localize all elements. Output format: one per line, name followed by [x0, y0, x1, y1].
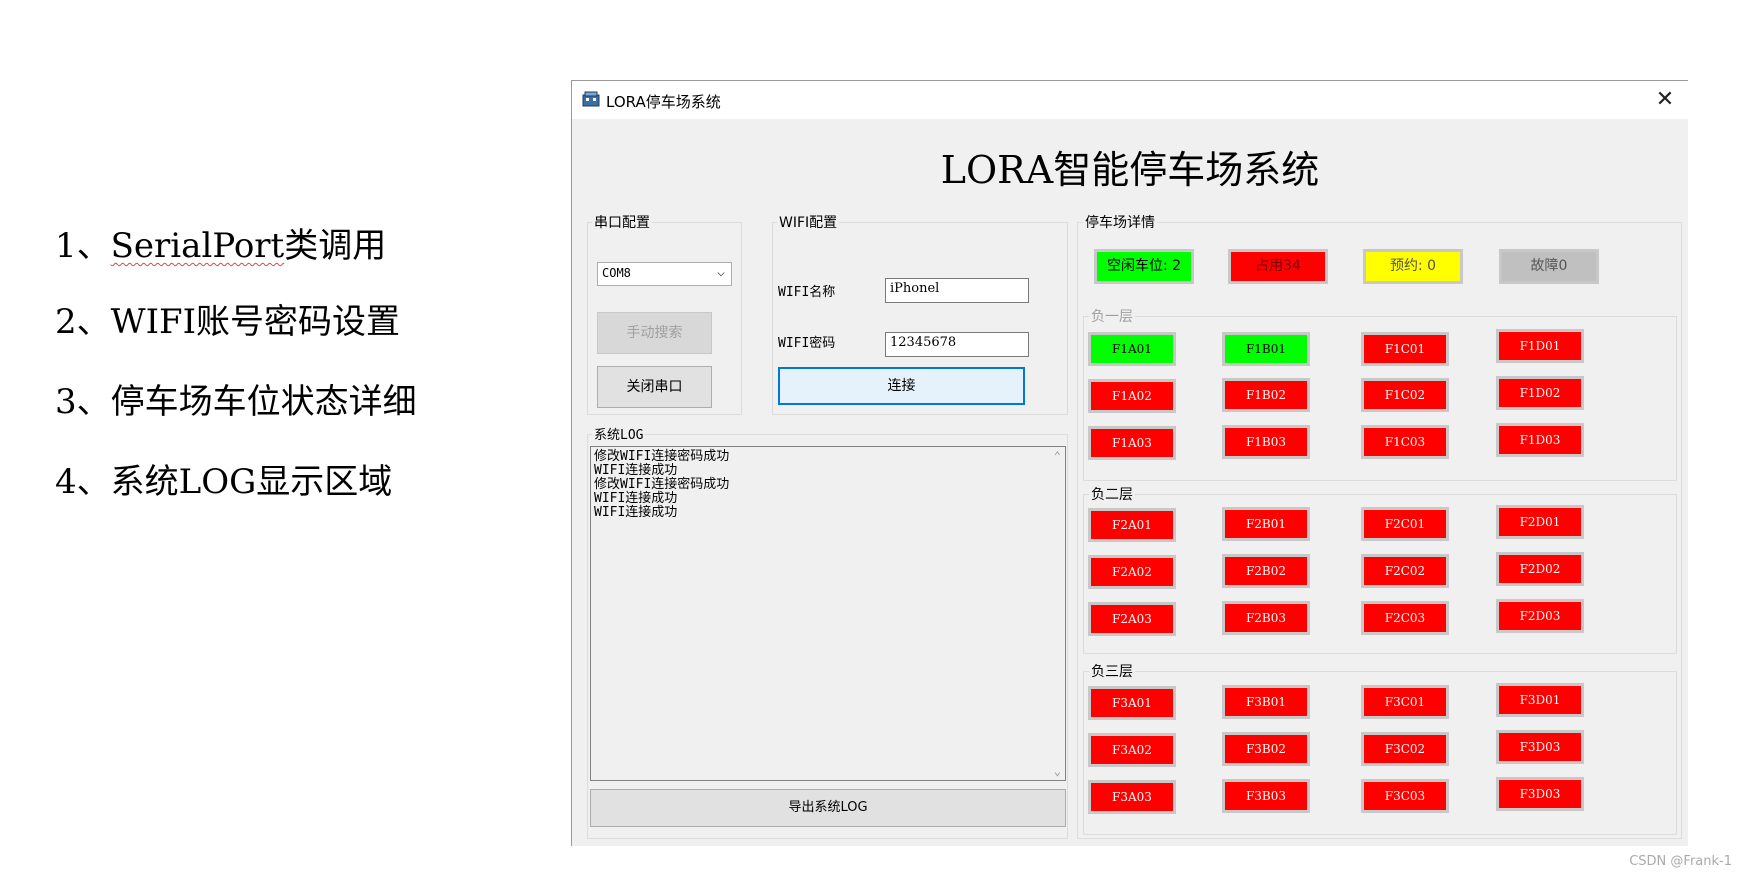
parking-slot[interactable]: F1C02 [1361, 378, 1449, 412]
parking-slot[interactable]: F1B03 [1222, 425, 1310, 459]
fault-stat: 故障0 [1499, 249, 1599, 284]
manual-search-button[interactable]: 手动搜索 [597, 312, 712, 354]
title-bar[interactable]: LORA停车场系统 ✕ [572, 81, 1688, 119]
com-port-select[interactable]: COM8 ⌵ [597, 262, 732, 286]
note-4: 4、系统LOG显示区域 [55, 462, 393, 502]
system-log-area[interactable]: 修改WIFI连接密码成功 WIFI连接成功 修改WIFI连接密码成功 WIFI连… [590, 446, 1066, 781]
parking-slot[interactable]: F2C03 [1361, 601, 1449, 635]
serial-config-label: 串口配置 [592, 212, 652, 232]
parking-slot[interactable]: F1A03 [1088, 426, 1176, 460]
wifi-config-label: WIFI配置 [777, 212, 840, 232]
page-title: LORA智能停车场系统 [940, 148, 1320, 192]
parking-slot[interactable]: F3A03 [1088, 780, 1176, 814]
parking-slot[interactable]: F1B01 [1222, 332, 1310, 366]
parking-slot[interactable]: F1C03 [1361, 425, 1449, 459]
free-spaces-stat: 空闲车位: 2 [1094, 249, 1194, 284]
wifi-name-input[interactable]: iPhonel [885, 278, 1029, 303]
wifi-password-input[interactable]: 12345678 [885, 332, 1029, 357]
system-log-label: 系统LOG [592, 424, 646, 443]
wifi-name-label: WIFI名称 [778, 285, 836, 300]
parking-slot[interactable]: F2D03 [1496, 599, 1584, 633]
parking-slot[interactable]: F2A03 [1088, 602, 1176, 636]
floor-b1-label: 负一层 [1089, 306, 1135, 326]
log-line: 修改WIFI连接密码成功 [594, 449, 730, 464]
parking-slot[interactable]: F2A02 [1088, 555, 1176, 589]
log-line: WIFI连接成功 [594, 505, 678, 520]
parking-slot[interactable]: F2B02 [1222, 554, 1310, 588]
connect-button[interactable]: 连接 [778, 367, 1025, 405]
parking-slot[interactable]: F3B01 [1222, 685, 1310, 719]
parking-slot[interactable]: F1D01 [1496, 329, 1584, 363]
parking-slot[interactable]: F3A02 [1088, 733, 1176, 767]
chevron-down-icon: ⌵ [717, 265, 725, 280]
watermark: CSDN @Frank-1 [1629, 854, 1732, 869]
note-3: 3、停车场车位状态详细 [55, 382, 417, 422]
parking-slot[interactable]: F2A01 [1088, 508, 1176, 542]
log-line: WIFI连接成功 [594, 491, 678, 506]
parking-slot[interactable]: F2C01 [1361, 507, 1449, 541]
app-window: LORA停车场系统 ✕ LORA智能停车场系统 串口配置 COM8 ⌵ 手动搜索… [571, 80, 1688, 846]
close-icon[interactable]: ✕ [1650, 85, 1680, 115]
parking-slot[interactable]: F3C02 [1361, 732, 1449, 766]
wifi-password-label: WIFI密码 [778, 336, 836, 351]
floor-b3-label: 负三层 [1089, 661, 1135, 681]
log-line: 修改WIFI连接密码成功 [594, 477, 730, 492]
parking-slot[interactable]: F2B01 [1222, 507, 1310, 541]
reserved-stat: 预约: 0 [1363, 249, 1463, 284]
scroll-down-icon[interactable]: ⌄ [1054, 764, 1061, 778]
parking-slot[interactable]: F1A02 [1088, 379, 1176, 413]
parking-slot[interactable]: F3D03 [1496, 777, 1584, 811]
parking-slot[interactable]: F1D02 [1496, 376, 1584, 410]
occupied-stat: 占用34 [1228, 249, 1328, 284]
parking-slot[interactable]: F2B03 [1222, 601, 1310, 635]
parking-slot[interactable]: F3C03 [1361, 779, 1449, 813]
note-2: 2、WIFI账号密码设置 [55, 302, 401, 342]
parking-slot[interactable]: F3D03 [1496, 730, 1584, 764]
parking-details-label: 停车场详情 [1083, 212, 1157, 232]
parking-slot[interactable]: F1A01 [1088, 332, 1176, 366]
parking-slot[interactable]: F2D02 [1496, 552, 1584, 586]
window-title: LORA停车场系统 [606, 93, 721, 111]
parking-slot[interactable]: F1C01 [1361, 332, 1449, 366]
parking-slot[interactable]: F1B02 [1222, 378, 1310, 412]
log-line: WIFI连接成功 [594, 463, 678, 478]
parking-slot[interactable]: F2C02 [1361, 554, 1449, 588]
parking-slot[interactable]: F3A01 [1088, 686, 1176, 720]
parking-slot[interactable]: F3B02 [1222, 732, 1310, 766]
app-icon [582, 90, 600, 108]
note-1: 1、SerialPort类调用 [55, 226, 387, 266]
close-port-button[interactable]: 关闭串口 [597, 366, 712, 408]
parking-slot[interactable]: F3D01 [1496, 683, 1584, 717]
parking-slot[interactable]: F2D01 [1496, 505, 1584, 539]
export-log-button[interactable]: 导出系统LOG [590, 789, 1066, 827]
parking-slot[interactable]: F3C01 [1361, 685, 1449, 719]
scroll-up-icon[interactable]: ⌃ [1054, 449, 1061, 463]
parking-slot[interactable]: F3B03 [1222, 779, 1310, 813]
floor-b2-label: 负二层 [1089, 484, 1135, 504]
parking-slot[interactable]: F1D03 [1496, 423, 1584, 457]
